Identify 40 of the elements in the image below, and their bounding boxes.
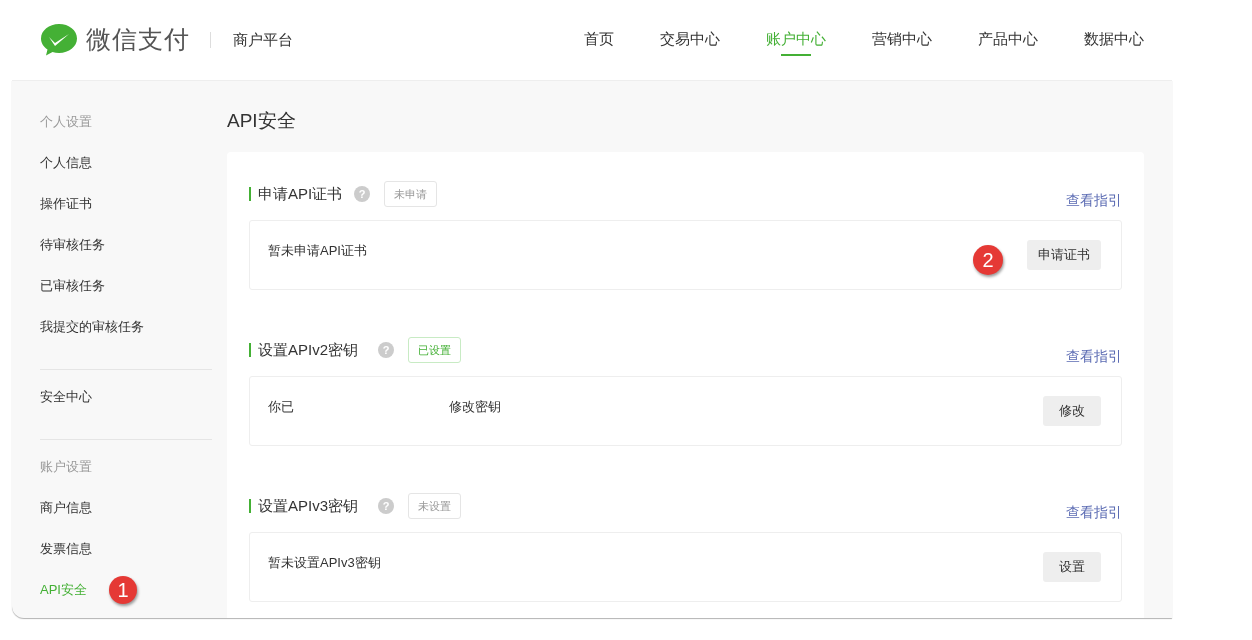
nav-tab[interactable]: 交易中心 — [660, 0, 720, 80]
panel-text: 修改密钥 — [449, 398, 501, 417]
sidebar-item[interactable]: 个人信息 — [40, 153, 92, 173]
status-tag: 已设置 — [408, 337, 462, 363]
section-title: 设置APIv2密钥 — [258, 339, 359, 360]
step-badge: 1 — [108, 576, 137, 604]
sidebar-item[interactable]: 待审核任务 — [40, 235, 105, 255]
status-tag: 未申请 — [384, 181, 438, 207]
sidebar-item[interactable]: 发票信息 — [40, 539, 92, 559]
nav-tab[interactable]: 数据中心 — [1084, 0, 1144, 80]
sidebar-item[interactable]: 已审核任务 — [40, 276, 105, 296]
sidebar-heading: 个人设置 — [40, 113, 93, 131]
action-button[interactable]: 修改 — [1043, 396, 1101, 426]
section-title: 申请API证书 — [258, 183, 343, 204]
logo-text: 微信支付 — [86, 24, 190, 56]
panel-text: 你已 — [268, 398, 294, 417]
section-title: 设置APIv3密钥 — [258, 495, 359, 516]
wechat-pay-logo-icon — [40, 23, 78, 57]
platform-label: 商户平台 — [233, 29, 293, 50]
page-title: API安全 — [227, 109, 297, 133]
nav-tab[interactable]: 营销中心 — [872, 0, 932, 80]
guide-link[interactable]: 查看指引 — [1066, 501, 1122, 523]
action-button[interactable]: 申请证书 — [1027, 240, 1101, 270]
panel-text: 暂未申请API证书 — [268, 242, 367, 261]
action-button[interactable]: 设置 — [1043, 552, 1101, 582]
section-marker — [249, 343, 251, 357]
sidebar-item[interactable]: 商户信息 — [40, 498, 92, 518]
section-marker — [249, 499, 251, 513]
status-tag: 未设置 — [408, 493, 462, 519]
sidebar-heading: 账户设置 — [40, 458, 93, 476]
nav-tab[interactable]: 首页 — [584, 0, 614, 80]
sidebar-item[interactable]: 操作证书 — [40, 194, 92, 214]
guide-link[interactable]: 查看指引 — [1066, 345, 1122, 367]
section-marker — [249, 187, 251, 201]
step-badge: 2 — [973, 245, 1003, 275]
sidebar-item[interactable]: 我提交的审核任务 — [40, 317, 144, 337]
panel-text: 暂未设置APIv3密钥 — [268, 554, 381, 573]
guide-link[interactable]: 查看指引 — [1066, 189, 1122, 211]
nav-tab[interactable]: 产品中心 — [978, 0, 1038, 80]
sidebar-item[interactable]: 安全中心 — [40, 387, 92, 407]
